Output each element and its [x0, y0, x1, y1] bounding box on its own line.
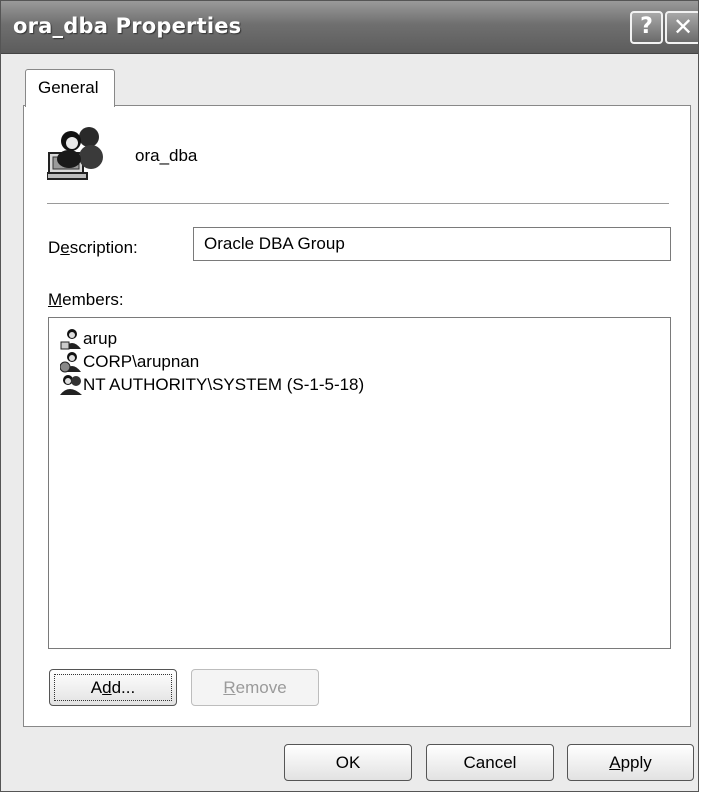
- properties-dialog: ora_dba Properties ? ✕ General ora_dba D…: [0, 0, 699, 792]
- tab-general[interactable]: General: [25, 69, 115, 107]
- apply-button[interactable]: Apply: [567, 744, 694, 781]
- members-label: Members:: [48, 290, 124, 309]
- remove-button[interactable]: Remove: [191, 669, 319, 706]
- member-name: arup: [83, 329, 118, 348]
- system-user-icon: [60, 375, 82, 395]
- description-label: Description:: [48, 238, 138, 257]
- group-icon: [47, 127, 103, 180]
- description-input[interactable]: Oracle DBA Group: [193, 227, 671, 261]
- members-list[interactable]: arup CORP\arupnan NT AUTHORITY\SYSTEM (S…: [48, 317, 671, 649]
- domain-user-icon: [60, 352, 81, 373]
- group-name: ora_dba: [135, 146, 198, 165]
- close-button[interactable]: ✕: [665, 11, 698, 44]
- help-button[interactable]: ?: [630, 11, 663, 44]
- tab-general-label: General: [38, 78, 99, 97]
- ok-button[interactable]: OK: [284, 744, 412, 781]
- member-name: CORP\arupnan: [83, 352, 200, 371]
- user-icon: [60, 329, 81, 350]
- member-name: NT AUTHORITY\SYSTEM (S-1-5-18): [83, 375, 365, 394]
- cancel-button[interactable]: Cancel: [426, 744, 554, 781]
- title-bar[interactable]: ora_dba Properties ? ✕: [1, 1, 698, 54]
- description-value: Oracle DBA Group: [204, 234, 345, 253]
- divider: [47, 203, 669, 204]
- add-button[interactable]: Add...: [49, 669, 177, 706]
- window-title: ora_dba Properties: [13, 14, 242, 38]
